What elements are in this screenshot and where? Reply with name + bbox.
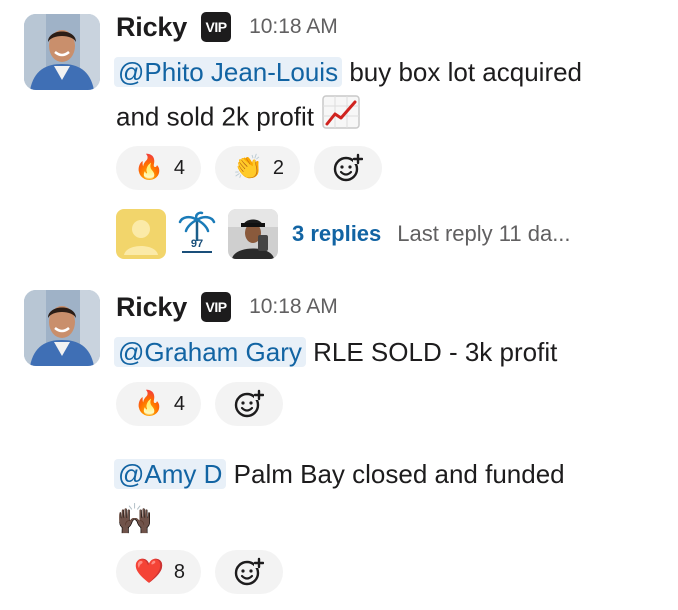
timestamp[interactable]: 10:18 AM xyxy=(249,15,338,39)
clap-icon: 👏 xyxy=(233,154,263,181)
avatar-photo-icon xyxy=(24,290,100,366)
message-body: RLE SOLD - 3k profit xyxy=(313,337,558,367)
reply-avatar-2: 97 xyxy=(172,209,222,259)
fire-icon: 🔥 xyxy=(134,390,164,417)
reactions-bar: 🔥 4 xyxy=(116,382,284,426)
message-text: @Graham Gary RLE SOLD - 3k profit xyxy=(114,330,558,374)
reaction-fire[interactable]: 🔥 4 xyxy=(116,382,202,426)
reaction-count: 2 xyxy=(272,156,285,179)
reply-avatar-1 xyxy=(116,209,166,259)
message-header: Ricky VIP 10:18 AM xyxy=(116,10,338,44)
add-reaction-button[interactable] xyxy=(215,382,284,426)
message-text: @Phito Jean-Louis buy box lot acquired xyxy=(114,50,583,94)
author-name[interactable]: Ricky xyxy=(116,292,187,323)
reaction-count: 4 xyxy=(173,392,186,415)
replies-link[interactable]: 3 replies xyxy=(292,221,381,247)
reply-avatar-3 xyxy=(228,209,278,259)
add-emoji-icon xyxy=(333,153,364,182)
palm-tree-logo-icon: 97 xyxy=(172,209,222,259)
add-reaction-button[interactable] xyxy=(314,146,383,190)
avatar[interactable] xyxy=(24,14,100,90)
avatar[interactable] xyxy=(24,290,100,366)
default-user-icon xyxy=(116,209,166,259)
chart-increasing-icon xyxy=(321,94,361,143)
reaction-count: 8 xyxy=(173,560,186,583)
thread-summary[interactable]: 97 3 replies Last reply 11 da... xyxy=(116,208,571,260)
last-reply-text: Last reply 11 da... xyxy=(397,221,571,246)
message-emoji-line: 🙌🏿 xyxy=(116,498,153,542)
user-mention[interactable]: @Phito Jean-Louis xyxy=(114,57,343,87)
message-text: @Amy D Palm Bay closed and funded xyxy=(114,452,565,496)
avatar-photo-icon xyxy=(24,14,100,90)
heart-icon: ❤️ xyxy=(134,558,164,585)
reaction-fire[interactable]: 🔥 4 xyxy=(116,146,202,190)
reactions-bar: ❤️ 8 xyxy=(116,550,284,594)
fire-icon: 🔥 xyxy=(134,154,164,181)
vip-badge: VIP xyxy=(201,12,232,42)
vip-badge: VIP xyxy=(201,292,232,322)
reaction-clap[interactable]: 👏 2 xyxy=(215,146,301,190)
user-mention[interactable]: @Amy D xyxy=(114,459,227,489)
message-header: Ricky VIP 10:18 AM xyxy=(116,290,338,324)
reaction-count: 4 xyxy=(173,156,186,179)
add-emoji-icon xyxy=(234,389,265,418)
message-body-line1: buy box lot acquired xyxy=(349,57,583,87)
svg-text:97: 97 xyxy=(191,238,203,250)
add-reaction-button[interactable] xyxy=(215,550,284,594)
message-body: Palm Bay closed and funded xyxy=(233,459,565,489)
message-body-line2: and sold 2k profit xyxy=(116,101,315,132)
user-mention[interactable]: @Graham Gary xyxy=(114,337,306,367)
reaction-heart[interactable]: ❤️ 8 xyxy=(116,550,202,594)
add-emoji-icon xyxy=(234,557,265,586)
author-name[interactable]: Ricky xyxy=(116,12,187,43)
user-photo-icon xyxy=(228,209,278,259)
reactions-bar: 🔥 4 👏 2 xyxy=(116,146,383,190)
message-text-line2: and sold 2k profit xyxy=(116,94,361,143)
timestamp[interactable]: 10:18 AM xyxy=(249,295,338,319)
raised-hands-icon: 🙌🏿 xyxy=(116,503,154,536)
